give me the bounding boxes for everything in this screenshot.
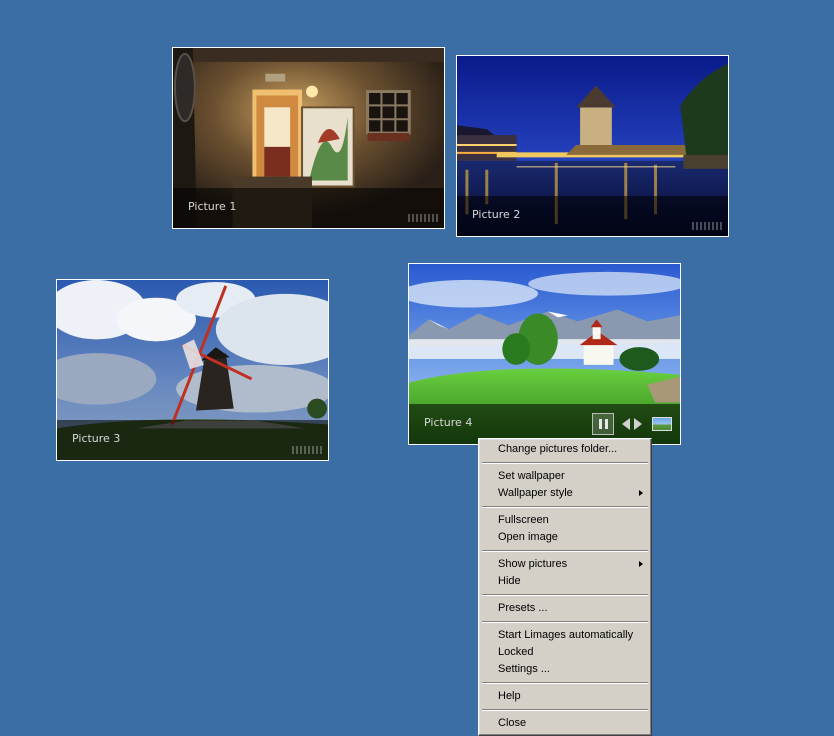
wallpaper-icon[interactable] xyxy=(652,417,672,431)
menu-item-label: Open image xyxy=(498,531,558,543)
menu-separator xyxy=(482,462,648,464)
menu-item-start-limages-automatically[interactable]: Start Limages automatically xyxy=(481,627,649,644)
context-menu: Change pictures folder... Set wallpaper Wa… xyxy=(478,438,652,736)
menu-item-change-pictures-folder[interactable]: Change pictures folder... xyxy=(481,441,649,458)
picture-3-caption-bar: Picture 3 xyxy=(57,420,328,460)
picture-2-caption-bar: Picture 2 xyxy=(457,196,728,236)
menu-item-settings[interactable]: Settings ... xyxy=(481,661,649,678)
picture-4-controls xyxy=(592,412,672,436)
arrow-right-icon[interactable] xyxy=(634,418,642,430)
picture-1-watermark xyxy=(408,214,438,222)
submenu-arrow-icon xyxy=(639,490,643,496)
menu-item-label: Hide xyxy=(498,575,521,587)
submenu-arrow-icon xyxy=(639,561,643,567)
menu-separator xyxy=(482,506,648,508)
menu-separator xyxy=(482,682,648,684)
picture-1-caption: Picture 1 xyxy=(188,200,237,213)
picture-3-watermark xyxy=(292,446,322,454)
menu-item-locked[interactable]: Locked xyxy=(481,644,649,661)
menu-item-fullscreen[interactable]: Fullscreen xyxy=(481,512,649,529)
menu-item-show-pictures[interactable]: Show pictures xyxy=(481,556,649,573)
menu-item-label: Help xyxy=(498,690,521,702)
picture-tile-4[interactable]: Picture 4 xyxy=(408,263,681,445)
menu-separator xyxy=(482,621,648,623)
menu-item-set-wallpaper[interactable]: Set wallpaper xyxy=(481,468,649,485)
menu-separator xyxy=(482,550,648,552)
menu-item-label: Presets ... xyxy=(498,602,548,614)
picture-3-caption: Picture 3 xyxy=(72,432,121,445)
picture-1-caption-bar: Picture 1 xyxy=(173,188,444,228)
picture-tile-2[interactable]: Picture 2 xyxy=(456,55,729,237)
menu-item-help[interactable]: Help xyxy=(481,688,649,705)
menu-item-label: Set wallpaper xyxy=(498,470,565,482)
menu-item-hide[interactable]: Hide xyxy=(481,573,649,590)
menu-item-presets[interactable]: Presets ... xyxy=(481,600,649,617)
menu-item-label: Settings ... xyxy=(498,663,550,675)
arrow-left-icon[interactable] xyxy=(622,418,630,430)
menu-item-label: Show pictures xyxy=(498,558,568,570)
picture-4-caption: Picture 4 xyxy=(424,416,473,429)
picture-2-watermark xyxy=(692,222,722,230)
menu-item-label: Locked xyxy=(498,646,534,658)
picture-tile-1[interactable]: Picture 1 xyxy=(172,47,445,229)
menu-item-label: Wallpaper style xyxy=(498,487,573,499)
picture-2-caption: Picture 2 xyxy=(472,208,521,221)
menu-item-label: Fullscreen xyxy=(498,514,549,526)
menu-item-label: Start Limages automatically xyxy=(498,629,634,641)
menu-item-label: Change pictures folder... xyxy=(498,443,618,455)
menu-separator xyxy=(482,594,648,596)
menu-item-close[interactable]: Close xyxy=(481,715,649,732)
menu-item-open-image[interactable]: Open image xyxy=(481,529,649,546)
menu-separator xyxy=(482,709,648,711)
picture-tile-3[interactable]: Picture 3 xyxy=(56,279,329,461)
menu-item-label: Close xyxy=(498,717,527,729)
pause-icon[interactable] xyxy=(592,413,614,435)
menu-item-wallpaper-style[interactable]: Wallpaper style xyxy=(481,485,649,502)
